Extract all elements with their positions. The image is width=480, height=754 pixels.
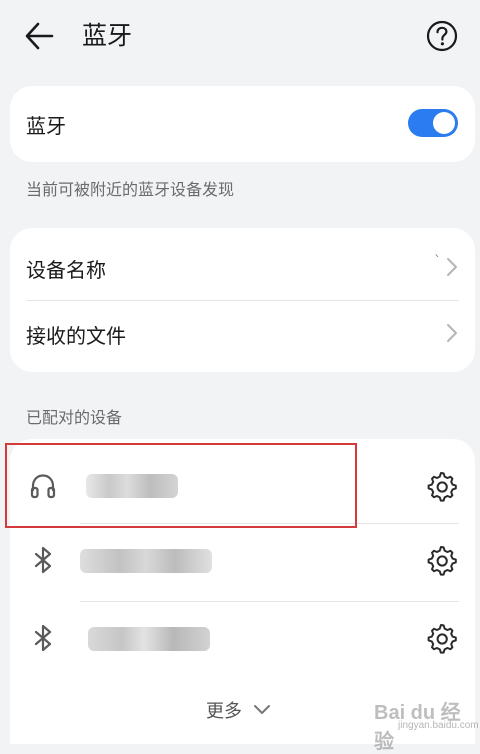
gear-icon[interactable]: [424, 621, 458, 655]
device-info-card: 设备名称 ` 接收的文件: [10, 228, 475, 372]
received-files-label: 接收的文件: [26, 324, 126, 348]
gear-icon[interactable]: [424, 469, 458, 503]
paired-device-row[interactable]: [10, 447, 475, 525]
paired-device-row[interactable]: [10, 523, 475, 601]
received-files-row[interactable]: 接收的文件: [10, 300, 475, 370]
headphones-icon: [30, 474, 56, 499]
device-name-redacted: [80, 549, 212, 573]
app-header: 蓝牙: [0, 0, 480, 72]
bluetooth-icon: [34, 546, 52, 574]
bluetooth-switch[interactable]: [408, 109, 458, 137]
chevron-right-icon: [447, 258, 457, 276]
bluetooth-icon: [34, 624, 52, 652]
device-name-redacted: [88, 627, 210, 651]
device-name-redacted: [86, 474, 178, 498]
help-button[interactable]: [424, 18, 460, 54]
more-label: 更多: [206, 701, 242, 722]
device-name-label: 设备名称: [26, 258, 106, 282]
paired-device-row[interactable]: [10, 601, 475, 679]
visibility-caption: 当前可被附近的蓝牙设备发现: [26, 180, 235, 199]
watermark-sub: jingyan.baidu.com: [398, 720, 479, 731]
switch-knob: [433, 112, 455, 134]
bluetooth-label: 蓝牙: [26, 114, 66, 138]
paired-devices-heading: 已配对的设备: [26, 408, 123, 427]
device-name-value: `: [434, 254, 441, 270]
back-button[interactable]: [22, 18, 62, 54]
chevron-down-icon: [254, 705, 270, 714]
bluetooth-toggle-card: 蓝牙: [10, 86, 475, 162]
chevron-right-icon: [447, 324, 457, 342]
page-title: 蓝牙: [82, 21, 133, 50]
arrow-left-icon: [25, 22, 54, 50]
gear-icon[interactable]: [424, 543, 458, 577]
device-name-row[interactable]: 设备名称 `: [10, 230, 475, 300]
question-circle-icon: [426, 20, 458, 52]
baidu-watermark: Bai du 经验 jingyan.baidu.com: [364, 694, 479, 753]
